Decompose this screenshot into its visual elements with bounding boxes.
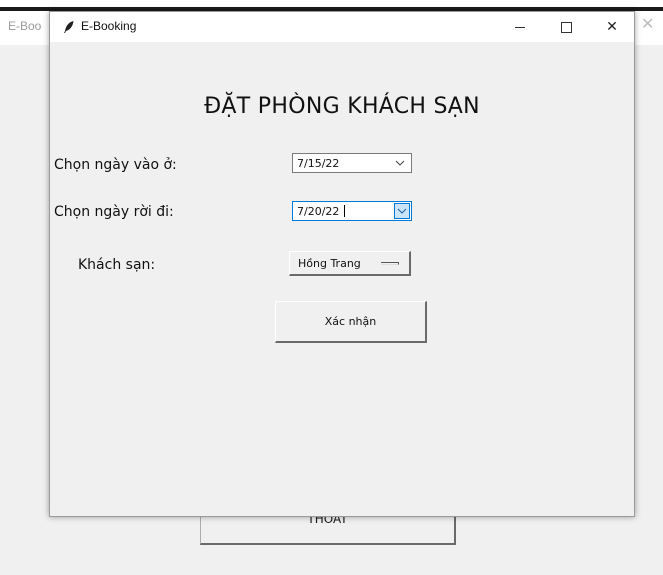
hotel-label: Khách sạn:	[78, 257, 156, 273]
option-menu-indicator-icon	[381, 262, 399, 265]
minimize-icon	[515, 26, 525, 28]
checkout-dropdown-button[interactable]	[394, 203, 410, 219]
checkout-date-picker[interactable]: 7/20/22	[292, 201, 412, 221]
hotel-select-value: Hồng Trang	[298, 257, 361, 270]
background-close-icon[interactable]: ✕	[641, 14, 661, 38]
checkin-label: Chọn ngày vào ở:	[54, 157, 177, 173]
chevron-down-icon	[395, 160, 405, 166]
minimize-button[interactable]	[497, 12, 543, 42]
close-button[interactable]: ✕	[589, 12, 635, 42]
maximize-button[interactable]	[543, 12, 589, 42]
confirm-button[interactable]: Xác nhận	[275, 301, 427, 343]
feather-icon	[64, 21, 74, 33]
window-title: E-Booking	[81, 19, 137, 33]
checkin-dropdown-button[interactable]	[392, 156, 408, 170]
checkout-label: Chọn ngày rời đi:	[54, 204, 174, 220]
checkout-date-value: 7/20/22	[297, 205, 340, 218]
checkin-date-value: 7/15/22	[297, 157, 340, 170]
background-window-title: E-Boo	[8, 19, 42, 33]
page-title: ĐẶT PHÒNG KHÁCH SẠN	[204, 94, 480, 119]
hotel-select[interactable]: Hồng Trang	[289, 251, 411, 276]
chevron-down-icon	[397, 208, 407, 214]
text-caret	[344, 205, 345, 217]
close-icon: ✕	[606, 19, 618, 35]
maximize-icon	[560, 21, 572, 33]
checkin-date-picker[interactable]: 7/15/22	[292, 153, 412, 173]
title-bar[interactable]: E-Booking ✕	[50, 12, 634, 42]
ebooking-window: E-Booking ✕ ĐẶT PHÒNG KHÁCH SẠN Chọn ngà…	[49, 11, 635, 517]
